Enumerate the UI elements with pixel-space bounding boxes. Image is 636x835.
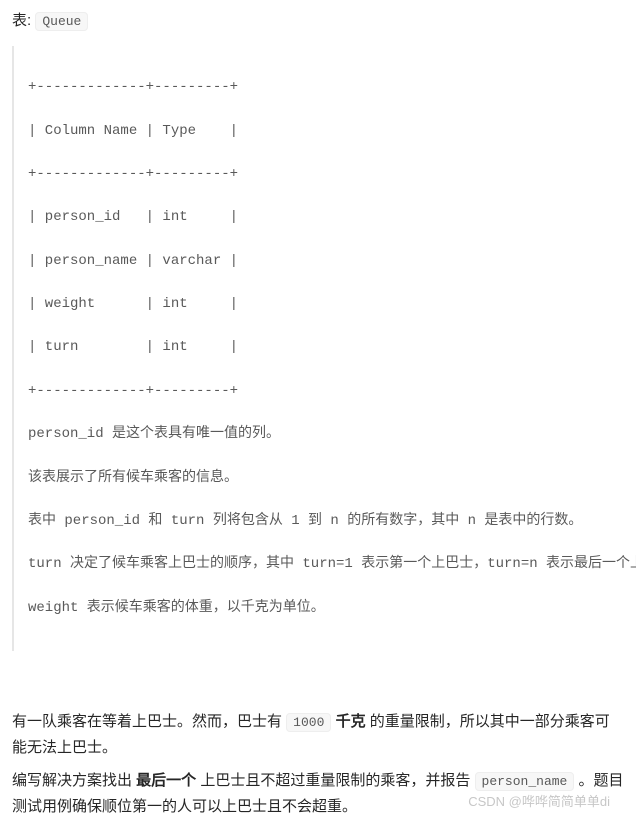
- schema-border-bot: +-------------+---------+: [28, 381, 624, 403]
- spacer: [12, 687, 624, 709]
- schema-desc-0: person_id 是这个表具有唯一值的列。: [28, 424, 624, 446]
- schema-border-top: +-------------+---------+: [28, 77, 624, 99]
- table-name-code: Queue: [35, 12, 88, 31]
- p1-bold: 千克: [336, 713, 366, 730]
- schema-row-1: | person_name | varchar |: [28, 251, 624, 273]
- schema-desc-1: 该表展示了所有候车乘客的信息。: [28, 468, 624, 490]
- schema-header-row: | Column Name | Type |: [28, 121, 624, 143]
- schema-desc-4: weight 表示候车乘客的体重，以千克为单位。: [28, 598, 624, 620]
- weight-limit-code: 1000: [286, 713, 331, 732]
- schema-desc-2: 表中 person_id 和 turn 列将包含从 1 到 n 的所有数字，其中…: [28, 511, 624, 533]
- paragraph-1: 有一队乘客在等着上巴士。然而，巴士有 1000 千克 的重量限制，所以其中一部分…: [12, 709, 624, 760]
- schema-row-0: | person_id | int |: [28, 207, 624, 229]
- schema-border-mid: +-------------+---------+: [28, 164, 624, 186]
- schema-row-3: | turn | int |: [28, 337, 624, 359]
- watermark: CSDN @哗哗简简单单di: [468, 791, 610, 813]
- schema-block: +-------------+---------+ | Column Name …: [12, 46, 624, 652]
- schema-row-2: | weight | int |: [28, 294, 624, 316]
- table-label-prefix: 表:: [12, 12, 35, 29]
- table-label-row: 表: Queue: [12, 8, 624, 34]
- p2-code: person_name: [475, 772, 575, 791]
- p1-text-a: 有一队乘客在等着上巴士。然而，巴士有: [12, 713, 286, 730]
- p2-text-a: 编写解决方案找出: [12, 772, 136, 789]
- p2-bold: 最后一个: [136, 772, 196, 789]
- schema-desc-3: turn 决定了候车乘客上巴士的顺序，其中 turn=1 表示第一个上巴士，tu…: [28, 554, 624, 576]
- p2-text-b: 上巴士且不超过重量限制的乘客，并报告: [196, 772, 474, 789]
